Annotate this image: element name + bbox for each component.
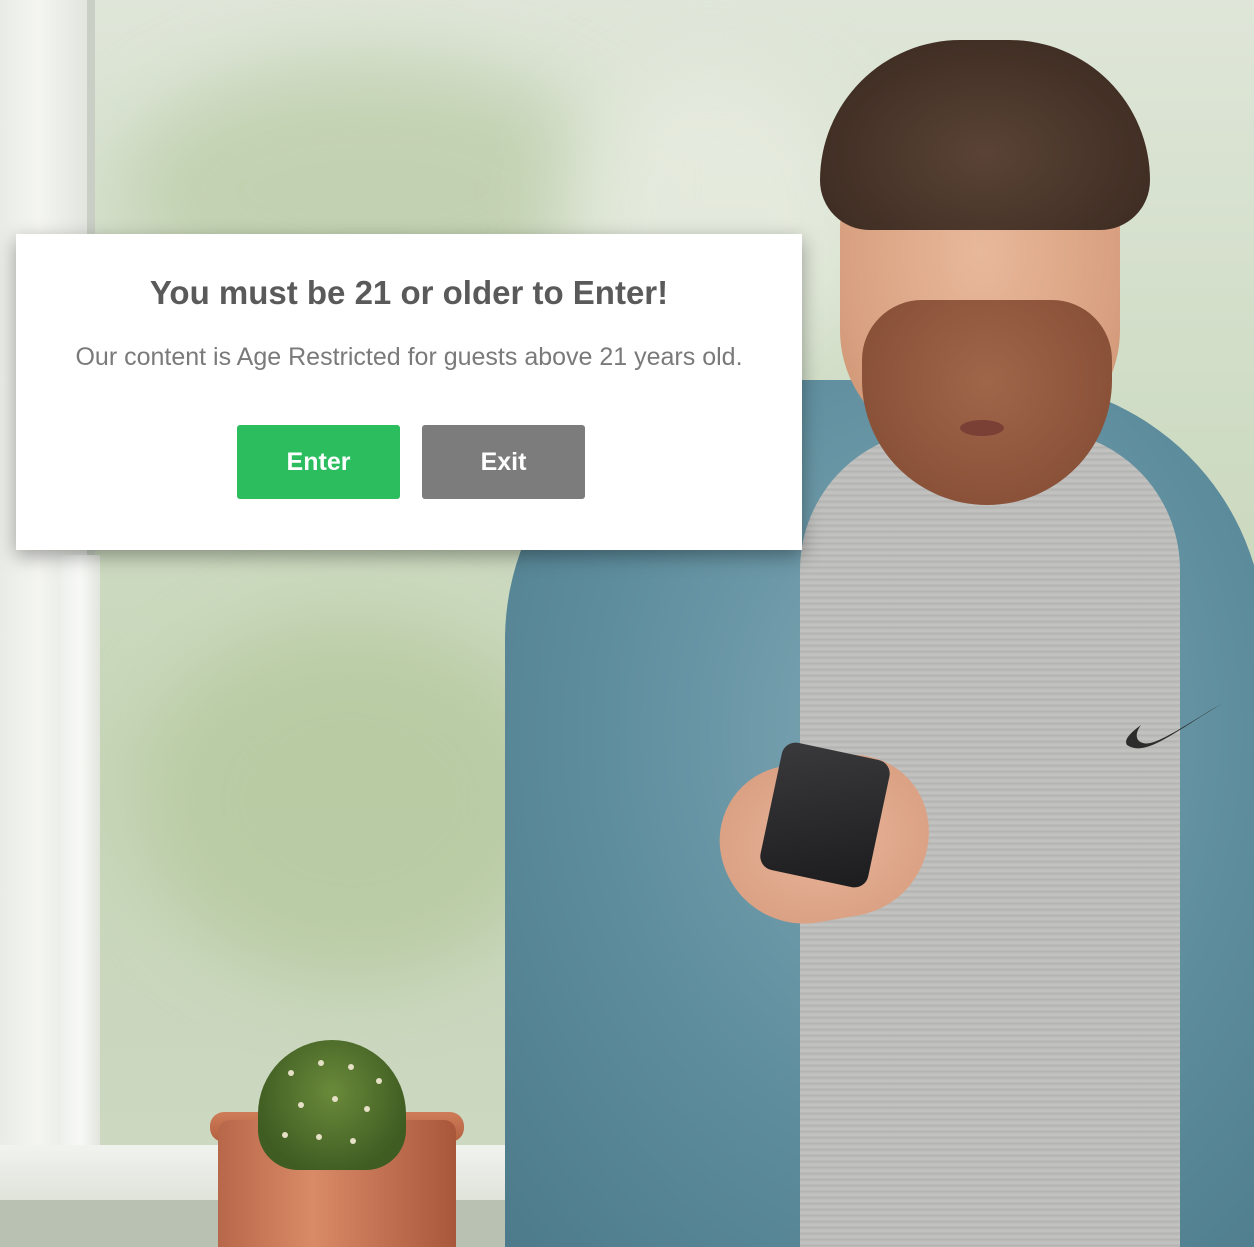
age-gate-page: You must be 21 or older to Enter! Our co…: [0, 0, 1254, 1247]
cactus-spine: [298, 1102, 304, 1108]
window-frame-mullion: [60, 555, 100, 1247]
cactus-spine: [282, 1132, 288, 1138]
nike-swoosh-logo-icon: [1126, 703, 1223, 749]
cactus-spine: [376, 1078, 382, 1084]
exit-button[interactable]: Exit: [422, 425, 585, 499]
cactus-spine: [364, 1106, 370, 1112]
modal-message: Our content is Age Restricted for guests…: [75, 343, 743, 371]
cactus-spine: [332, 1096, 338, 1102]
cactus-spine: [288, 1070, 294, 1076]
cactus-spine: [350, 1138, 356, 1144]
cactus-plant: [258, 1040, 406, 1170]
background-foliage-blur: [140, 620, 560, 980]
enter-button[interactable]: Enter: [237, 425, 400, 499]
cactus-spine: [316, 1134, 322, 1140]
cactus-spine: [348, 1064, 354, 1070]
age-verification-modal: You must be 21 or older to Enter! Our co…: [16, 234, 802, 550]
person-mouth: [960, 420, 1004, 436]
modal-title: You must be 21 or older to Enter!: [149, 274, 669, 311]
person-hair: [820, 40, 1150, 230]
cactus-spine: [318, 1060, 324, 1066]
